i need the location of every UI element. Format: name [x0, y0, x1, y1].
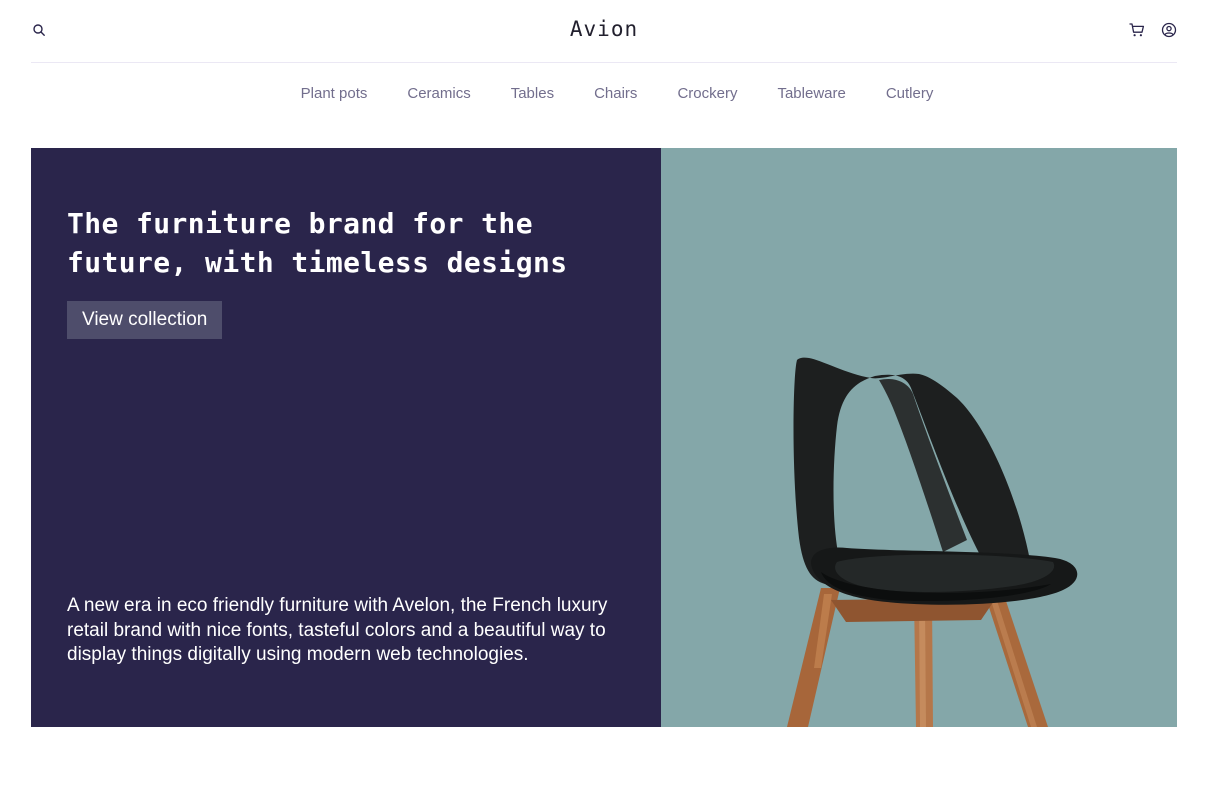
nav-item-chairs[interactable]: Chairs	[594, 84, 637, 106]
hero-section: The furniture brand for the future, with…	[31, 148, 1177, 727]
cart-icon[interactable]	[1129, 22, 1145, 38]
brand-logo-wrap: Avion	[31, 17, 1177, 41]
category-nav: Plant pots Ceramics Tables Chairs Crocke…	[0, 84, 1226, 106]
nav-item-cutlery[interactable]: Cutlery	[886, 84, 934, 106]
user-icon[interactable]	[1161, 22, 1177, 38]
top-header: Avion	[31, 0, 1177, 63]
header-actions	[1129, 22, 1177, 38]
nav-item-plant-pots[interactable]: Plant pots	[301, 84, 368, 106]
page: Avion Plant pots Ceramics Tables Chairs …	[0, 0, 1226, 793]
hero-image	[661, 148, 1177, 727]
chair-illustration	[787, 357, 1078, 727]
hero-title: The furniture brand for the future, with…	[67, 207, 568, 279]
nav-item-tableware[interactable]: Tableware	[777, 84, 845, 106]
nav-item-ceramics[interactable]: Ceramics	[407, 84, 470, 106]
hero-description: A new era in eco friendly furniture with…	[67, 595, 608, 665]
brand-logo[interactable]: Avion	[570, 17, 638, 41]
hero-text-panel: The furniture brand for the future, with…	[31, 148, 661, 727]
view-collection-button[interactable]: View collection	[67, 301, 223, 339]
nav-item-tables[interactable]: Tables	[511, 84, 554, 106]
nav-item-crockery[interactable]: Crockery	[677, 84, 737, 106]
